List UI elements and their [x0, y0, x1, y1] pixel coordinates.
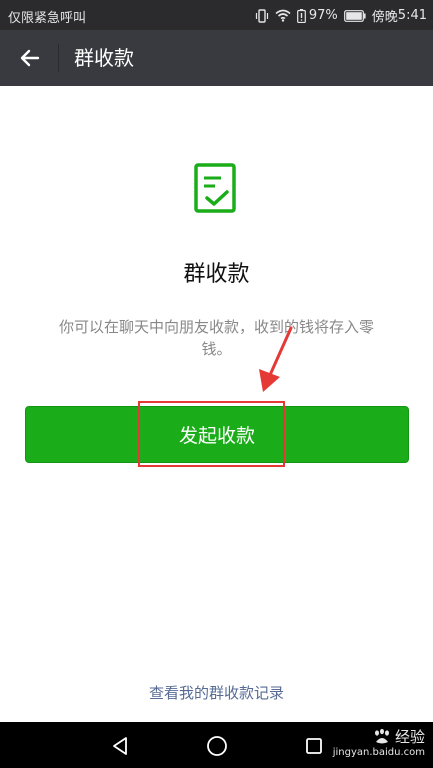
header-divider: [58, 44, 59, 72]
baidu-paw-icon: [374, 728, 389, 744]
status-right: 97% 傍晚 5:41: [255, 6, 427, 25]
recent-square-icon: [306, 738, 322, 754]
main-description: 你可以在聊天中向朋友收款，收到的钱将存入零钱。: [58, 318, 374, 358]
back-button[interactable]: [12, 42, 48, 74]
header-bar: 群收款: [0, 30, 433, 86]
nav-recent-button[interactable]: [302, 734, 326, 758]
page-title: 群收款: [74, 46, 134, 70]
start-collection-label: 发起收款: [178, 425, 255, 447]
watermark-brand-text: 经验: [394, 728, 425, 746]
back-triangle-icon: [113, 737, 127, 755]
battery-icon: [343, 9, 366, 22]
status-left-text: 仅限紧急呼叫: [8, 11, 87, 26]
vibrate-icon: [255, 8, 269, 23]
home-circle-icon: [207, 736, 227, 756]
nav-back-button[interactable]: [108, 734, 132, 758]
watermark-url: jingyan.baidu.com: [332, 747, 425, 758]
nav-home-button[interactable]: [205, 734, 229, 758]
start-collection-button[interactable]: 发起收款: [25, 406, 409, 463]
battery-alert-icon: [296, 8, 306, 23]
checklist-icon: [194, 163, 236, 213]
status-carrier: 傍晚: [371, 10, 398, 25]
records-link[interactable]: 查看我的群收款记录: [0, 682, 433, 704]
wifi-icon: [275, 9, 291, 22]
status-bar: 仅限紧急呼叫 97% 傍晚 5:41: [0, 0, 433, 30]
status-time: 5:41: [397, 8, 427, 23]
back-arrow-icon: [20, 49, 40, 67]
watermark-brand: 经验: [333, 728, 425, 746]
watermark: 经验 jingyan.baidu.com: [333, 728, 425, 760]
main-heading: 群收款: [183, 262, 250, 287]
battery-percent: 97%: [308, 8, 338, 23]
